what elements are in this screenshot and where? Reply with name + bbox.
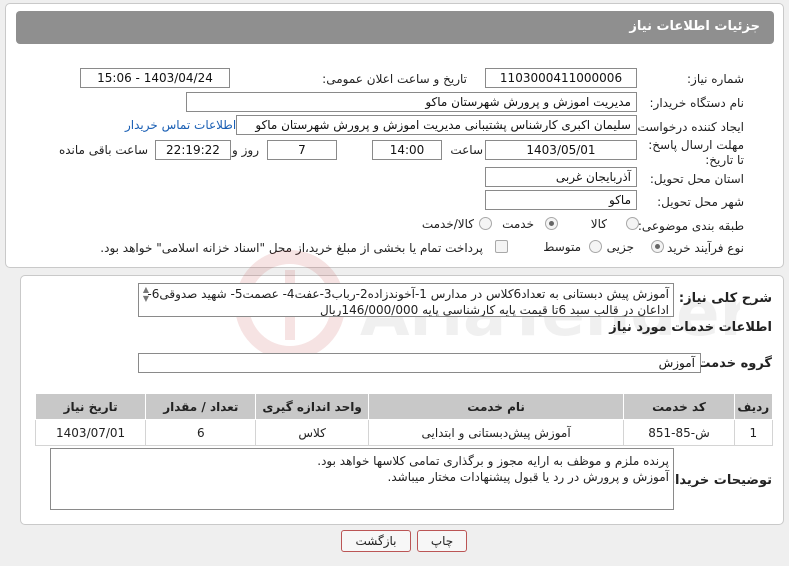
creator-field: سلیمان اکبری کارشناس پشتیبانی مدیریت امو…: [236, 115, 637, 135]
cell-code: ش-85-851: [623, 419, 735, 446]
buyer-notes-field: پرنده ملزم و موظف به ارایه مجوز و برگذار…: [50, 448, 674, 510]
remaining-label: ساعت باقی مانده: [58, 143, 148, 157]
remaining-time-field: 22:19:22: [155, 140, 231, 160]
buyer-notes-line-1: پرنده ملزم و موظف به ارایه مجوز و برگذار…: [317, 454, 669, 468]
days-field: 7: [267, 140, 337, 160]
summary-line-2: اداعان در قالب سبد 6تا قیمت پایه کارشناس…: [319, 303, 669, 317]
page-header: جزئیات اطلاعات نیاز: [16, 11, 774, 44]
back-button[interactable]: بازگشت: [341, 530, 411, 552]
process-radio-minor[interactable]: [651, 240, 664, 253]
category-option-goods-service: کالا/خدمت: [421, 217, 474, 231]
category-radio-goods-service[interactable]: [479, 217, 492, 230]
col-code: کد خدمت: [623, 393, 735, 420]
need-number-label: شماره نیاز:: [687, 72, 744, 86]
process-option-minor: جزیی: [606, 240, 634, 254]
process-option-medium: متوسط: [543, 240, 581, 254]
process-label: نوع فرآیند خرید :: [659, 241, 744, 255]
service-group-field: آموزش: [138, 353, 701, 373]
summary-field: آموزش پیش دبستانی به تعداد6کلاس در مدارس…: [138, 283, 674, 317]
buyer-org-label: نام دستگاه خریدار:: [649, 96, 745, 110]
category-radio-goods[interactable]: [626, 217, 639, 230]
col-qty: تعداد / مقدار: [145, 393, 257, 420]
announce-label: تاریخ و ساعت اعلان عمومی:: [322, 72, 467, 86]
deadline-date-field: 1403/05/01: [485, 140, 637, 160]
services-table: ردیف کد خدمت نام خدمت واحد اندازه گیری ت…: [34, 393, 774, 446]
deadline-label-text: مهلت ارسال پاسخ: تا تاریخ:: [648, 138, 744, 167]
process-radio-medium[interactable]: [589, 240, 602, 253]
cell-name: آموزش پیش‌دبستانی و ابتدایی: [367, 419, 625, 446]
category-option-goods: کالا: [590, 217, 607, 231]
summary-line-1: آموزش پیش دبستانی به تعداد6کلاس در مدارس…: [147, 287, 669, 301]
days-label: روز و: [232, 143, 259, 157]
province-field: آذربایجان غربی: [485, 167, 637, 187]
creator-label: ایجاد کننده درخواست:: [633, 120, 744, 134]
col-row: ردیف: [733, 393, 774, 420]
payment-checkbox[interactable]: [495, 240, 508, 253]
category-label: طبقه بندی موضوعی:: [637, 219, 744, 233]
services-table-header: ردیف کد خدمت نام خدمت واحد اندازه گیری ت…: [34, 393, 774, 420]
services-section-title: اطلاعات خدمات مورد نیاز: [609, 320, 772, 335]
buyer-notes-label: توضیحات خریدار:: [662, 473, 772, 488]
col-unit: واحد اندازه گیری: [255, 393, 369, 420]
col-name: نام خدمت: [367, 393, 625, 420]
deadline-time-label: ساعت: [450, 143, 483, 157]
service-group-label: گروه خدمت:: [692, 356, 772, 371]
summary-label: شرح کلی نیاز:: [678, 291, 772, 306]
city-label: شهر محل تحویل:: [657, 195, 744, 209]
summary-scrollbar[interactable]: ▲ ▼: [140, 285, 152, 313]
category-option-service: خدمت: [502, 217, 534, 231]
category-radio-service[interactable]: [545, 217, 558, 230]
city-field: ماکو: [485, 190, 637, 210]
cell-row: 1: [733, 419, 774, 446]
print-button[interactable]: چاپ: [417, 530, 467, 552]
page-title: جزئیات اطلاعات نیاز: [629, 19, 760, 34]
province-label: استان محل تحویل:: [649, 172, 744, 186]
deadline-time-field: 14:00: [372, 140, 442, 160]
col-date: تاریخ نیاز: [34, 393, 147, 420]
cell-qty: 6: [145, 419, 257, 446]
cell-unit: کلاس: [255, 419, 369, 446]
buyer-notes-line-2: آموزش و پرورش در رد یا قبول پیشنهادات مخ…: [387, 470, 669, 484]
table-row: 1 ش-85-851 آموزش پیش‌دبستانی و ابتدایی ک…: [34, 419, 774, 446]
cell-date: 1403/07/01: [34, 419, 147, 446]
payment-note: پرداخت تمام یا بخشی از مبلغ خرید،از محل …: [100, 241, 483, 255]
buyer-org-field: مدیریت اموزش و پرورش شهرستان ماکو: [186, 92, 637, 112]
need-number-field: 1103000411000006: [485, 68, 637, 88]
buyer-contact-link[interactable]: اطلاعات تماس خریدار: [125, 118, 236, 132]
announce-field: 1403/04/24 - 15:06: [80, 68, 230, 88]
deadline-label: مهلت ارسال پاسخ: تا تاریخ:: [646, 138, 744, 168]
